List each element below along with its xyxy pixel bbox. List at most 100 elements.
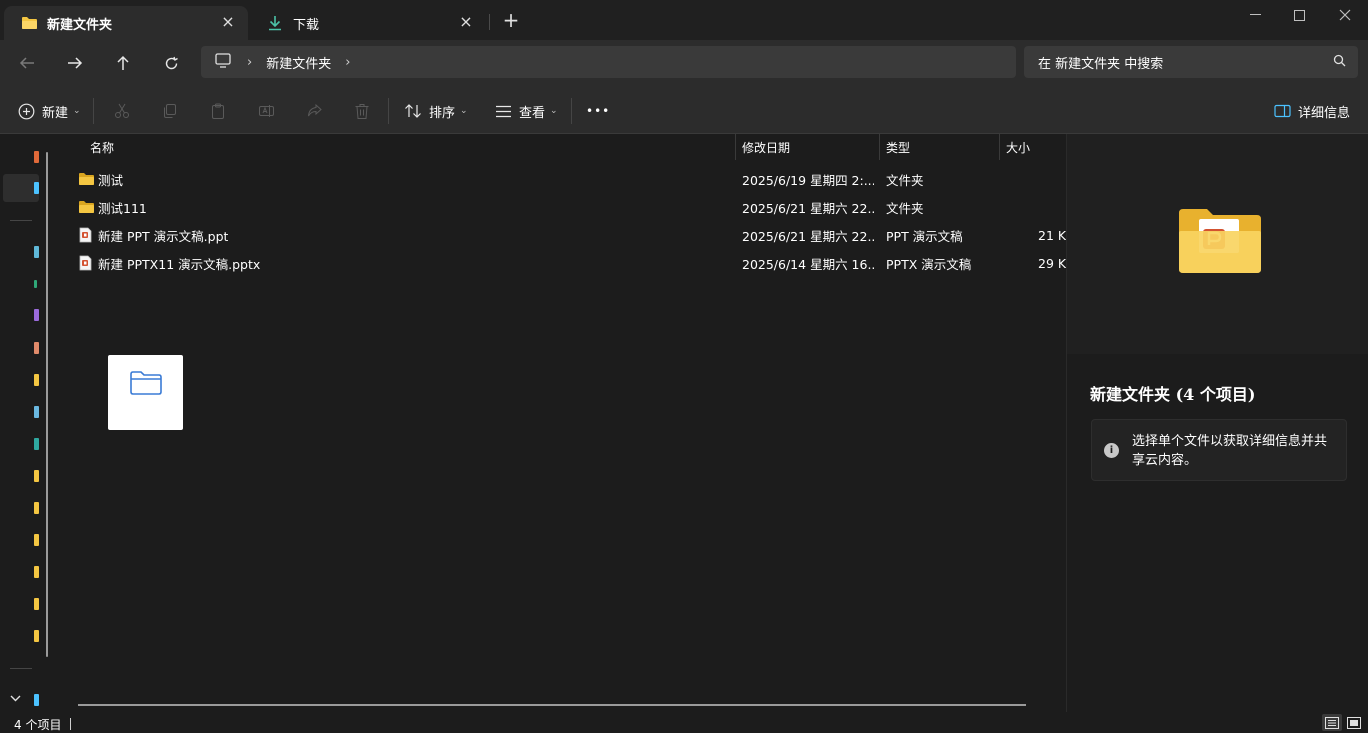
file-modified: 2025/6/19 星期四 2:... [742,172,874,188]
details-label: 详细信息 [1298,105,1351,121]
horizontal-scrollbar[interactable] [78,704,1026,706]
details-pane-icon [1272,101,1292,121]
file-row[interactable]: 测试 2025/6/19 星期四 2:... 文件夹 [74,165,1066,193]
toolbar-divider [571,98,572,124]
search-placeholder: 在 新建文件夹 中搜索 [1038,56,1164,72]
breadcrumb-chevron-icon[interactable]: › [345,55,350,70]
chevron-down-icon: ⌄ [73,106,81,116]
more-options-button[interactable]: ••• [586,98,610,124]
nav-item-icon[interactable] [34,309,39,321]
up-button[interactable] [107,48,139,78]
close-tab-icon[interactable]: × [458,14,474,30]
title-bar: 新建文件夹 × 下载 × + [0,0,1368,42]
nav-item-icon[interactable] [34,246,39,258]
computer-icon [215,52,233,72]
nav-divider [10,220,32,221]
file-name: 测试111 [98,200,147,216]
copy-button[interactable] [160,98,180,124]
details-view-button[interactable] [1322,714,1342,731]
back-button[interactable] [11,48,43,78]
column-header-modified[interactable]: 修改日期 [742,134,790,160]
chevron-down-icon[interactable] [10,692,21,705]
nav-item-icon[interactable] [34,151,39,163]
column-header-type[interactable]: 类型 [886,134,910,160]
nav-item-icon[interactable] [34,406,39,418]
nav-item-icon[interactable] [34,280,37,288]
navigation-bar: › 新建文件夹 › 在 新建文件夹 中搜索 [0,40,1368,86]
details-pane: 新建文件夹 (4 个项目) i 选择单个文件以获取详细信息并共享云内容。 [1066,134,1368,712]
nav-item-icon[interactable] [34,566,39,578]
details-pane-button[interactable]: 详细信息 [1272,98,1350,124]
nav-item-icon[interactable] [34,502,39,514]
ppt-file-icon [79,249,92,277]
copy-icon [160,101,180,121]
new-button[interactable]: 新建 ⌄ [16,98,81,124]
file-name: 测试 [98,172,124,188]
search-input[interactable]: 在 新建文件夹 中搜索 [1024,46,1358,78]
nav-item-icon[interactable] [34,438,39,450]
scissors-icon [112,101,132,121]
tab-new-folder[interactable]: 新建文件夹 × [4,6,248,40]
close-tab-icon[interactable]: × [220,14,236,30]
share-icon [304,101,324,121]
file-row[interactable]: 新建 PPTX11 演示文稿.pptx 2025/6/14 星期六 16... … [74,249,1066,277]
tab-label: 下载 [293,17,320,33]
nav-item-icon[interactable] [34,694,39,706]
item-count: 4 个项目 [14,718,62,732]
nav-divider [10,668,32,669]
navigation-pane [0,134,60,712]
column-divider[interactable] [879,134,880,160]
clipboard-icon [208,101,228,121]
new-tab-button[interactable]: + [500,10,522,32]
tab-downloads[interactable]: 下载 × [250,6,486,40]
rename-icon [256,101,276,121]
nav-item-icon[interactable] [34,342,39,354]
nav-item-icon[interactable] [34,534,39,546]
column-divider[interactable] [999,134,1000,160]
folder-outline-icon [129,370,163,400]
nav-item-icon[interactable] [34,374,39,386]
share-button[interactable] [304,98,324,124]
chevron-down-icon: ⌄ [550,106,558,116]
tiles-view-button[interactable] [1344,714,1364,731]
nav-item-icon[interactable] [34,630,39,642]
nav-item-icon[interactable] [34,598,39,610]
file-type: 文件夹 [886,172,924,188]
tab-label: 新建文件夹 [47,17,113,33]
breadcrumb-item[interactable]: 新建文件夹 [266,53,331,72]
address-bar[interactable]: › 新建文件夹 › [201,46,1016,78]
nav-scrollbar[interactable] [46,152,48,657]
file-name: 新建 PPT 演示文稿.ppt [98,228,229,244]
column-header-name[interactable]: 名称 [90,134,114,160]
chevron-down-icon: ⌄ [460,106,468,116]
sort-button[interactable]: 排序 ⌄ [403,98,468,124]
file-row[interactable]: 新建 PPT 演示文稿.ppt 2025/6/21 星期六 22... PPT … [74,221,1066,249]
breadcrumb-separator-icon: › [247,54,253,70]
column-divider[interactable] [735,134,736,160]
maximize-button[interactable] [1276,0,1322,30]
preview-title: 新建文件夹 (4 个项目) [1090,385,1256,404]
info-box: i 选择单个文件以获取详细信息并共享云内容。 [1091,419,1347,481]
rename-button[interactable] [256,98,276,124]
minimize-button[interactable] [1232,0,1278,30]
view-button[interactable]: 查看 ⌄ [493,98,558,124]
file-modified: 2025/6/21 星期六 22... [742,200,874,216]
delete-button[interactable] [352,98,372,124]
list-view-icon [493,101,513,121]
status-bar: 4 个项目 [0,712,1368,732]
refresh-button[interactable] [155,48,187,78]
tab-divider [489,14,490,30]
forward-button[interactable] [59,48,91,78]
info-icon: i [1104,443,1119,458]
file-row[interactable]: 测试111 2025/6/21 星期六 22... 文件夹 [74,193,1066,221]
paste-button[interactable] [208,98,228,124]
status-divider [70,718,71,730]
close-window-button[interactable] [1322,0,1368,30]
nav-item-icon[interactable] [34,182,39,194]
folder-icon [20,15,38,31]
cut-button[interactable] [112,98,132,124]
nav-item-icon[interactable] [34,470,39,482]
column-header-size[interactable]: 大小 [1006,134,1030,160]
file-type: PPT 演示文稿 [886,228,963,244]
file-type: 文件夹 [886,200,924,216]
